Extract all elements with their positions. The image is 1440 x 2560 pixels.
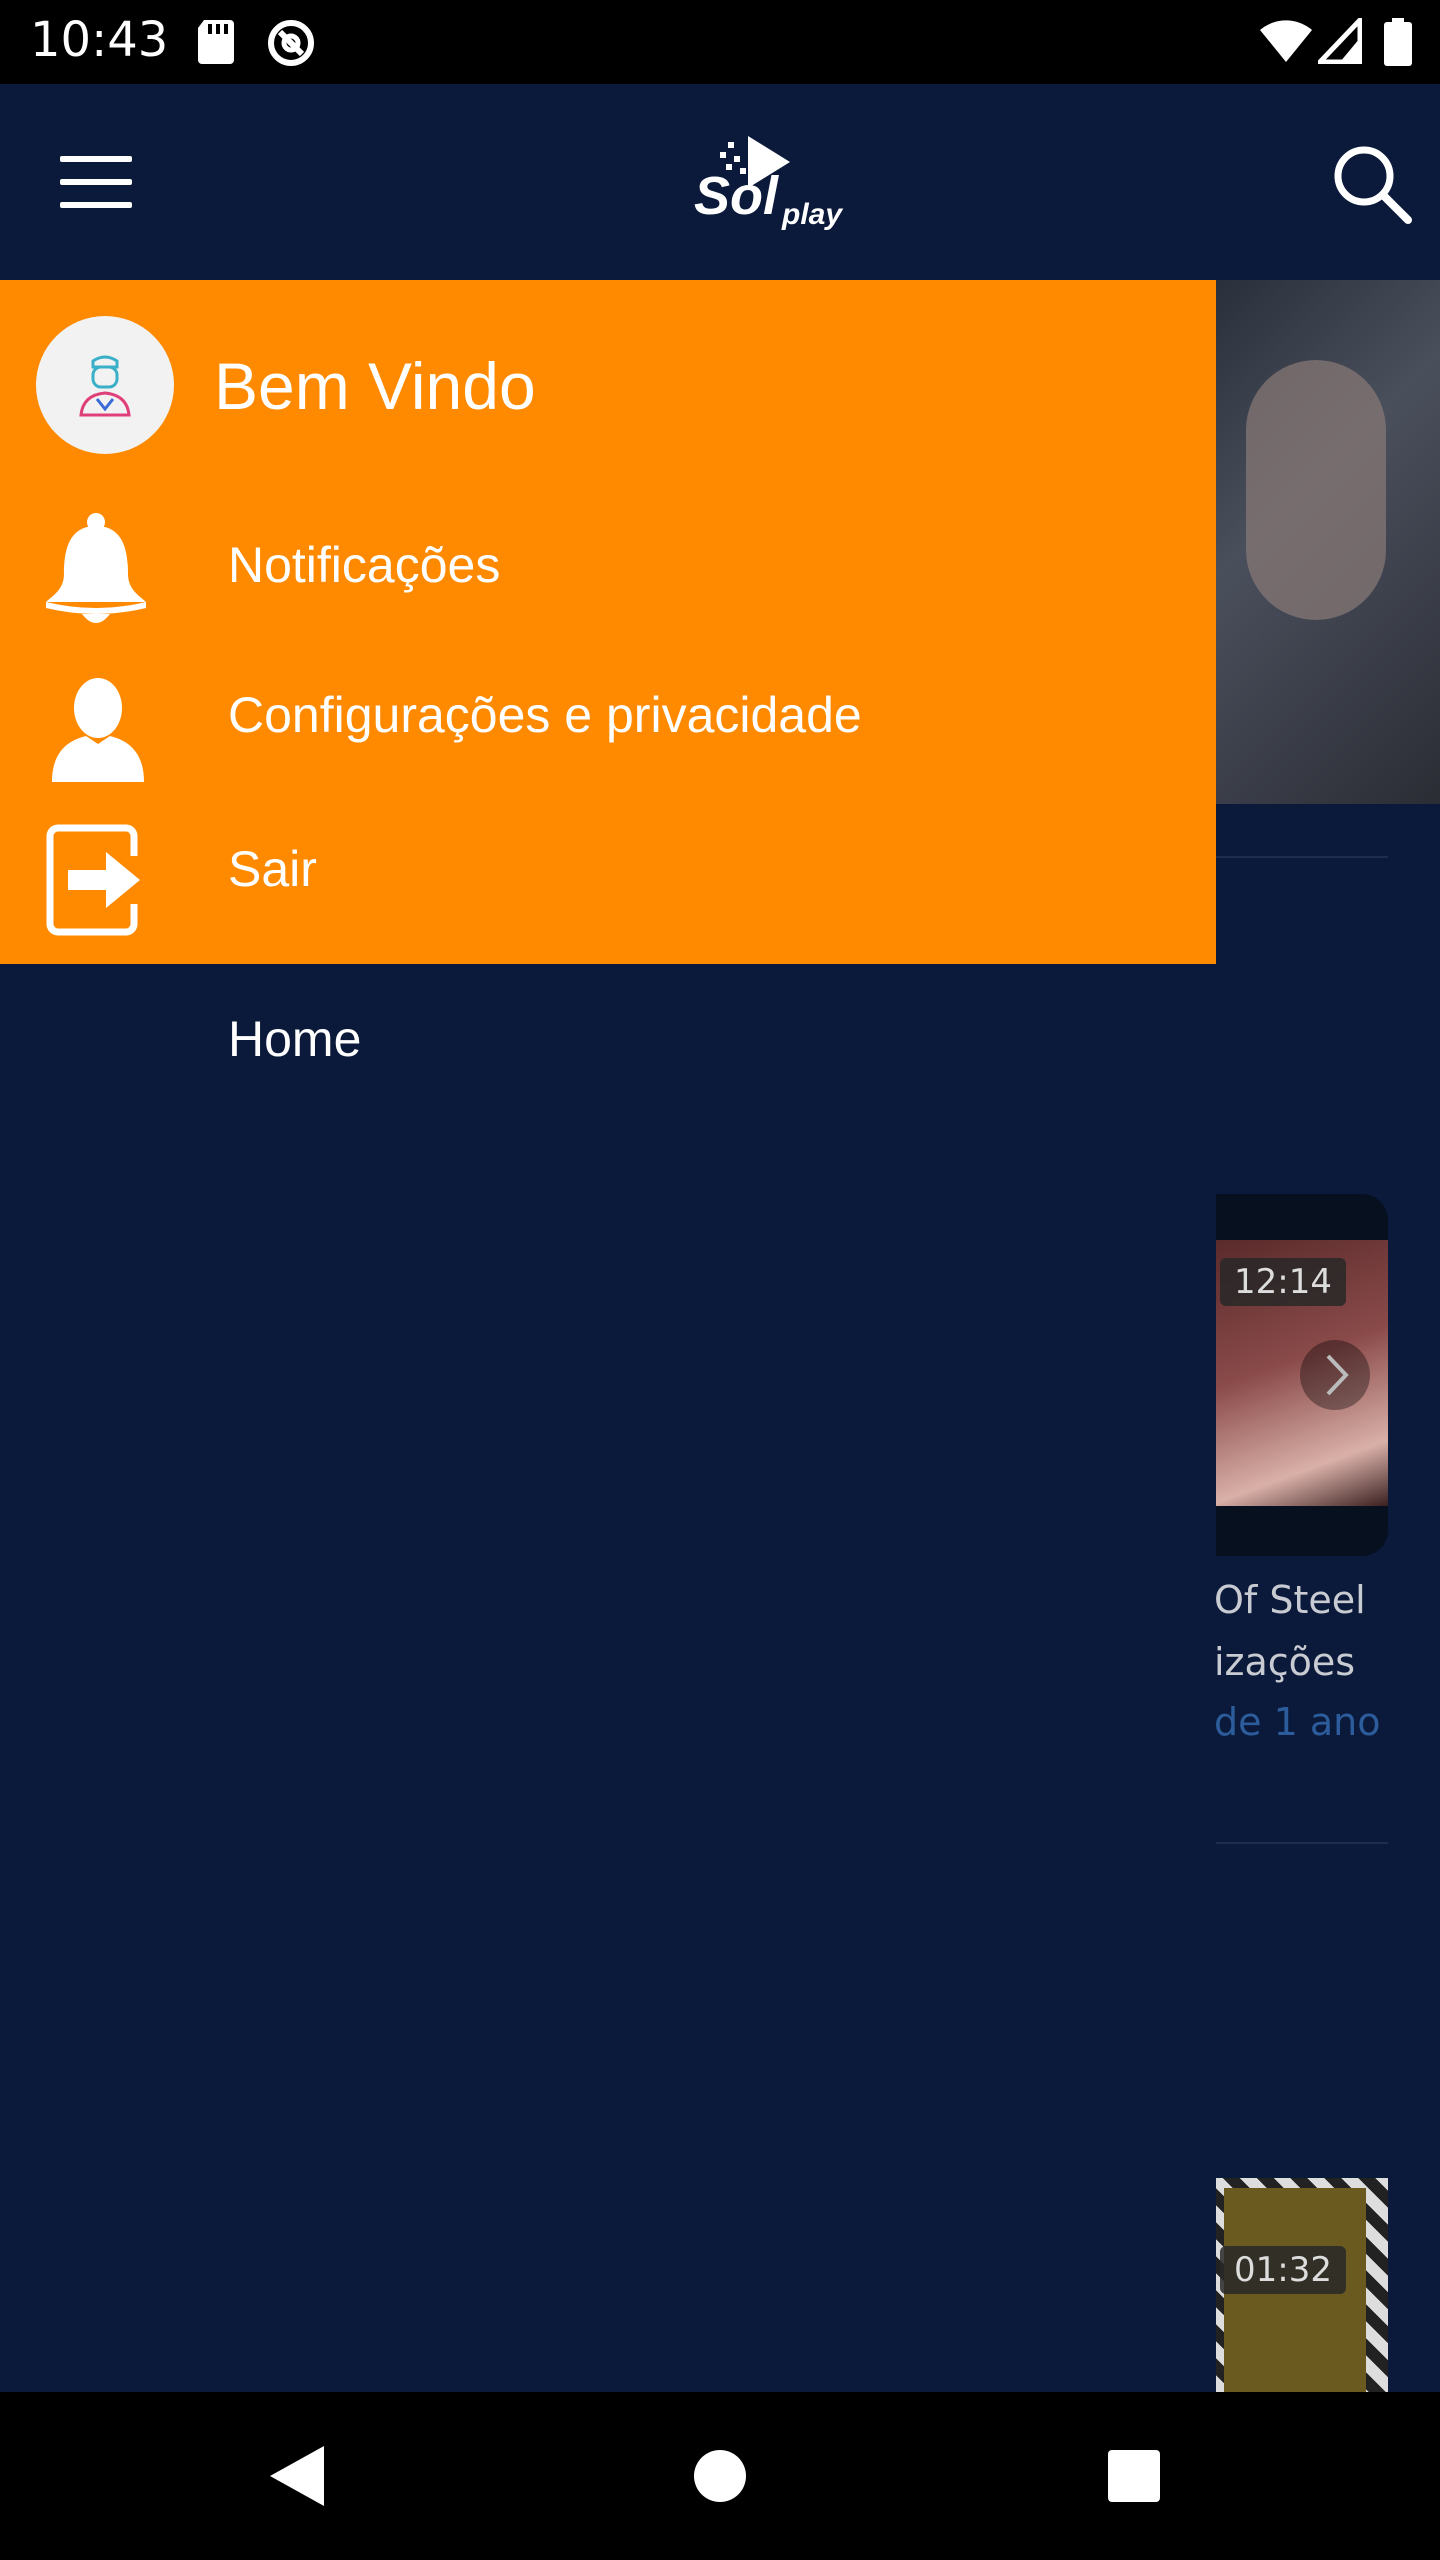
chevron-right-icon[interactable] <box>1300 1340 1370 1410</box>
search-icon[interactable] <box>1330 142 1414 226</box>
svg-text:Sol: Sol <box>694 166 779 226</box>
status-time: 10:43 <box>30 12 169 68</box>
duration-badge: 12:14 <box>1220 1258 1346 1306</box>
home-circle-icon[interactable] <box>680 2436 760 2516</box>
hamburger-menu-icon[interactable] <box>60 156 132 208</box>
menu-item-label: Sair <box>228 841 317 897</box>
user-icon <box>52 678 144 782</box>
sd-card-icon <box>198 20 234 64</box>
drawer-item-home[interactable]: Home <box>0 980 1216 1110</box>
system-navigation-bar <box>0 2392 1440 2560</box>
drawer-item-label: Home <box>228 1011 362 1067</box>
app-bar: Sol play <box>0 84 1440 280</box>
back-triangle-icon[interactable] <box>260 2436 340 2516</box>
divider <box>1216 1842 1388 1844</box>
status-bar: 10:43 <box>0 0 1440 84</box>
menu-item-label: Configurações e privacidade <box>228 687 862 743</box>
background-hero-image[interactable] <box>1216 280 1440 804</box>
svg-text:play: play <box>781 198 843 231</box>
duration-badge-2: 01:32 <box>1220 2246 1346 2294</box>
menu-item-logout[interactable]: Sair <box>0 800 1216 950</box>
welcome-title: Bem Vindo <box>214 349 536 423</box>
logout-icon <box>46 824 140 936</box>
video-title-line1: Of Steel <box>1214 1578 1366 1622</box>
avatar[interactable] <box>36 316 174 454</box>
recents-square-icon[interactable] <box>1094 2436 1174 2516</box>
user-avatar-icon <box>79 355 131 417</box>
sync-icon <box>268 20 314 66</box>
menu-item-label: Notificações <box>228 537 501 593</box>
wifi-icon <box>1260 20 1312 62</box>
video-meta: de 1 ano <box>1214 1700 1381 1744</box>
drawer-header: Bem Vindo Notificações Configurações e p… <box>0 280 1216 964</box>
navigation-drawer: Bem Vindo Notificações Configurações e p… <box>0 280 1216 2392</box>
divider <box>1216 856 1388 858</box>
solplay-logo[interactable]: Sol play <box>690 132 860 232</box>
menu-item-notifications[interactable]: Notificações <box>0 492 1216 642</box>
bell-icon <box>46 513 146 623</box>
signal-icon <box>1318 18 1362 64</box>
battery-icon <box>1384 18 1412 66</box>
video-title-line2: izações <box>1214 1640 1356 1684</box>
menu-item-settings-privacy[interactable]: Configurações e privacidade <box>0 650 1216 800</box>
